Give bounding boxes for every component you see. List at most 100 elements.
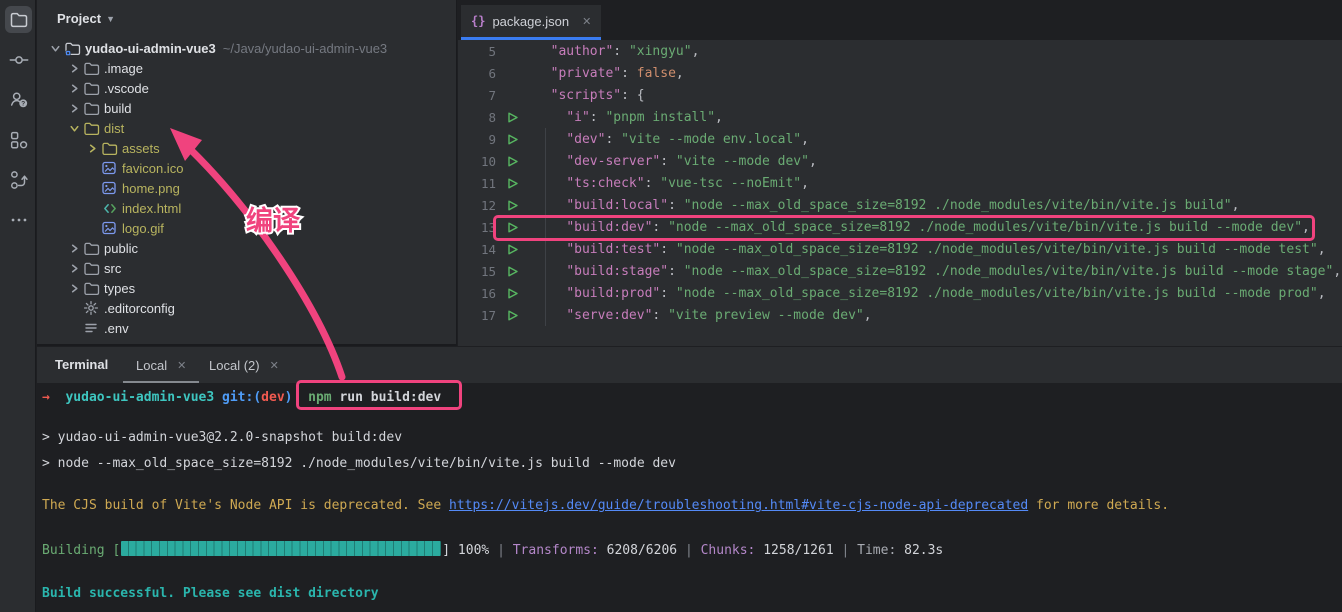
tree-item-label: index.html [122,201,181,216]
tree-item-src[interactable]: src [37,258,456,278]
code-text: "build:test": "node --max_old_space_size… [524,242,1326,257]
code-line-10: 10 "dev-server": "vite --mode dev", [458,150,1342,172]
terminal-tab-local[interactable]: Local ✕ [136,347,186,383]
commit-icon [8,49,30,71]
chevron-collapsed-icon[interactable] [66,100,83,116]
close-icon[interactable]: ✕ [177,359,186,372]
tab-package-json[interactable]: {} package.json ✕ [461,5,601,40]
tree-item-public[interactable]: public [37,238,456,258]
terminal-text: | [842,543,858,558]
chevron-collapsed-icon[interactable] [66,260,83,276]
vite-troubleshooting-link[interactable]: https://vitejs.dev/guide/troubleshooting… [449,498,1028,513]
pull-requests-tool-button[interactable]: ? [5,86,32,113]
chevron-collapsed-icon[interactable] [66,240,83,256]
chevron-collapsed-icon[interactable] [66,80,83,96]
chevron-spacer [84,180,101,196]
run-script-button[interactable] [498,155,524,168]
code-line-12: 12 "build:local": "node --max_old_space_… [458,194,1342,216]
tree-item-.editorconfig[interactable]: .editorconfig [37,298,456,318]
tree-item-build[interactable]: build [37,98,456,118]
code-text: "author": "xingyu", [524,44,699,59]
code-editor[interactable]: 5 "author": "xingyu",6 "private": false,… [458,40,1342,346]
tab-label: package.json [492,14,569,29]
run-script-button[interactable] [498,177,524,190]
project-folder-icon [9,10,29,30]
tree-item-label: logo.gif [122,221,164,236]
terminal-line-success: Build successful. Please see dist direct… [42,586,379,601]
folder-icon [83,260,104,277]
run-script-button[interactable] [498,265,524,278]
run-script-button[interactable] [498,111,524,124]
code-line-15: 15 "build:stage": "node --max_old_space_… [458,260,1342,282]
terminal-text: | [497,543,513,558]
project-tool-button[interactable] [5,6,32,33]
tree-item-.image[interactable]: .image [37,58,456,78]
terminal-prompt-line: → yudao-ui-admin-vue3 git:(dev) npm run … [42,390,441,405]
terminal-text: 82.3s [904,543,943,558]
svg-text:?: ? [21,100,25,107]
chevron-collapsed-icon[interactable] [66,280,83,296]
run-script-button[interactable] [498,309,524,322]
tree-item-dist[interactable]: dist [37,118,456,138]
run-script-button[interactable] [498,287,524,300]
run-script-button[interactable] [498,243,524,256]
run-script-button[interactable] [498,199,524,212]
project-panel-title: Project [57,11,101,26]
more-tools-button[interactable] [5,206,32,233]
prompt-cwd: yudao-ui-admin-vue3 [65,390,214,405]
folder-icon [83,80,104,97]
tree-item-favicon.ico[interactable]: favicon.ico [37,158,456,178]
tree-item-.vscode[interactable]: .vscode [37,78,456,98]
code-line-11: 11 "ts:check": "vue-tsc --noEmit", [458,172,1342,194]
terminal-panel[interactable]: → yudao-ui-admin-vue3 git:(dev) npm run … [37,383,1342,612]
run-script-button[interactable] [498,133,524,146]
terminal-tab-local-2[interactable]: Local (2) ✕ [209,347,279,383]
folder-icon [83,60,104,77]
chevron-expanded-icon[interactable] [66,120,83,136]
project-path: ~/Java/yudao-ui-admin-vue3 [223,41,387,56]
chevron-spacer [84,200,101,216]
code-text: "build:local": "node --max_old_space_siz… [524,198,1239,213]
line-number: 7 [458,88,498,103]
line-number: 14 [458,242,498,257]
image-icon [101,160,122,177]
line-number: 5 [458,44,498,59]
terminal-text: Chunks: [701,543,764,558]
tree-item-logo.gif[interactable]: logo.gif [37,218,456,238]
terminal-text: Build successful. Please see dist direct… [42,586,379,601]
terminal-tab-label: Local (2) [209,358,260,373]
command-args: run build:dev [332,390,442,405]
line-number: 17 [458,308,498,323]
folder-icon [83,280,104,297]
tree-item-label: home.png [122,181,180,196]
terminal-line-out1: > yudao-ui-admin-vue3@2.2.0-snapshot bui… [42,430,402,445]
chevron-collapsed-icon[interactable] [84,140,101,156]
structure-tool-button[interactable] [5,126,32,153]
terminal-text: The CJS build of Vite's Node API is depr… [42,498,449,513]
tree-item-yudao-ui-admin-vue3[interactable]: yudao-ui-admin-vue3 ~/Java/yudao-ui-admin… [37,38,456,58]
git-tool-button[interactable] [5,166,32,193]
code-text: "dev-server": "vite --mode dev", [524,154,817,169]
chevron-expanded-icon[interactable] [47,40,64,56]
folder-icon [101,140,122,157]
tree-item-label: build [104,101,131,116]
tree-item-assets[interactable]: assets [37,138,456,158]
tree-item-home.png[interactable]: home.png [37,178,456,198]
terminal-text: > yudao-ui-admin-vue3@2.2.0-snapshot bui… [42,430,402,445]
code-lines: 5 "author": "xingyu",6 "private": false,… [458,40,1342,326]
tree-item-types[interactable]: types [37,278,456,298]
tree-item-.env[interactable]: .env [37,318,456,338]
terminal-text: ] 100% [442,543,497,558]
folder-icon [83,100,104,117]
code-line-8: 8 "i": "pnpm install", [458,106,1342,128]
chevron-collapsed-icon[interactable] [66,60,83,76]
close-icon[interactable]: ✕ [270,359,279,372]
project-panel-header[interactable]: Project ▼ [37,0,456,36]
run-script-button[interactable] [498,221,524,234]
commit-tool-button[interactable] [5,46,32,73]
terminal-line-warn: The CJS build of Vite's Node API is depr… [42,498,1169,513]
tree-item-label: yudao-ui-admin-vue3 [85,41,216,56]
image-icon [101,220,122,237]
tree-item-index.html[interactable]: index.html [37,198,456,218]
close-icon[interactable]: ✕ [582,15,591,28]
